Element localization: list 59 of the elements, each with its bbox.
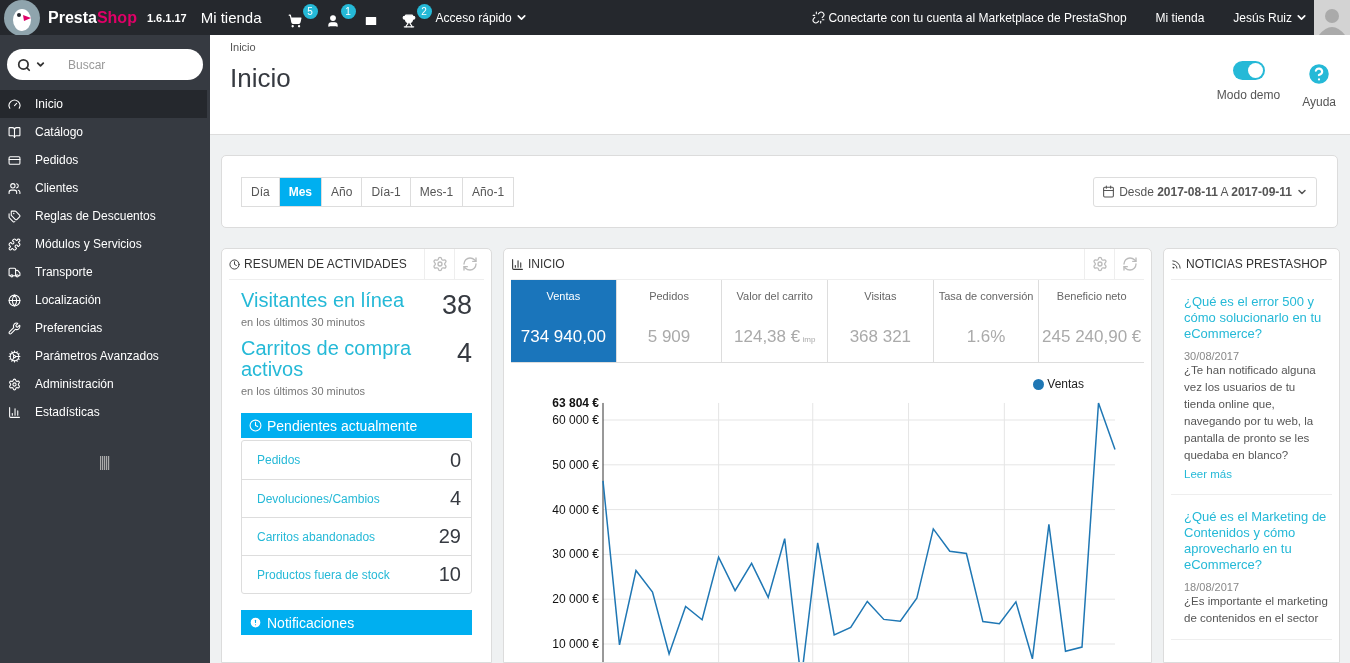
kpi-tab[interactable]: Ventas 734 940,00 xyxy=(511,280,616,362)
stat-note: en los últimos 30 minutos xyxy=(241,316,367,328)
range-button[interactable]: Día xyxy=(241,176,280,207)
version-label: 1.6.1.17 xyxy=(146,11,187,24)
range-button[interactable]: Mes-1 xyxy=(409,176,464,207)
count-badge: 5 xyxy=(302,3,318,19)
sidebar-item[interactable]: Estadísticas xyxy=(0,398,210,426)
marketplace-link[interactable]: Conectarte con tu cuenta al Marketplace de PrestaShop xyxy=(812,10,1127,25)
pending-count: 29 xyxy=(438,525,461,548)
brand-name: PrestaShop xyxy=(48,8,137,27)
y-tick-label: 40 000 € xyxy=(552,502,599,517)
range-button[interactable]: Día-1 xyxy=(361,176,411,207)
pending-count: 10 xyxy=(438,563,461,586)
sidebar-item[interactable]: Pedidos xyxy=(0,146,210,174)
section-header: Pendientes actualmente xyxy=(241,413,472,438)
y-tick-label: 63 804 € xyxy=(552,395,599,410)
shop-link[interactable]: Mi tienda xyxy=(1155,10,1205,25)
panel-title: NOTICIAS PRESTASHOP xyxy=(1171,257,1328,271)
section-header: Notificaciones xyxy=(241,610,472,635)
range-button[interactable]: Año xyxy=(321,176,363,207)
breadcrumb: Inicio xyxy=(230,41,257,53)
panel-title: RESUMEN DE ACTIVIDADES xyxy=(229,257,407,271)
news-excerpt: ¿Te han notificado alguna vez los usuarios de tu tienda online que, navegando por tu web, la pantalla de pronto se les quedaba en blanco? xyxy=(1184,363,1317,463)
y-tick-label: 60 000 € xyxy=(552,413,599,427)
sidebar-item[interactable]: Administración xyxy=(0,370,210,398)
shop-name: Mi tienda xyxy=(200,9,262,26)
sidebar-item[interactable]: Reglas de Descuentos xyxy=(0,202,210,230)
stat-note: en los últimos 30 minutos xyxy=(241,385,367,397)
news-date: 18/08/2017 xyxy=(1184,581,1241,593)
stat-value: 4 xyxy=(456,338,472,370)
panel-title: INICIO xyxy=(511,257,565,271)
count-badge: 2 xyxy=(416,3,432,19)
date-range-button[interactable]: Desde 2017-08-11 A 2017-09-11 xyxy=(1093,176,1317,207)
range-button[interactable]: Año-1 xyxy=(462,176,515,207)
news-excerpt: ¿Es importante el marketing de contenidos en el sector xyxy=(1184,594,1328,626)
sidebar-item[interactable]: Preferencias xyxy=(0,314,210,342)
stat-value: 38 xyxy=(441,290,472,322)
pending-count: 0 xyxy=(449,448,461,472)
sidebar-item[interactable]: Inicio xyxy=(0,90,207,118)
user-menu[interactable]: Jesús Ruiz xyxy=(1233,10,1308,25)
sidebar-item[interactable]: Módulos y Servicios xyxy=(0,230,210,258)
y-tick-label: 30 000 € xyxy=(552,547,599,562)
sidebar-item[interactable]: Clientes xyxy=(0,174,210,202)
sidebar-item[interactable]: Catálogo xyxy=(0,118,210,146)
demo-mode-toggle[interactable]: Modo demo xyxy=(1216,61,1281,134)
chart-legend: Ventas xyxy=(1033,377,1084,391)
pending-count: 4 xyxy=(449,487,461,510)
help-button[interactable]: Ayuda xyxy=(1302,61,1336,134)
count-badge: 1 xyxy=(340,3,356,19)
sidebar-item[interactable]: Transporte xyxy=(0,258,210,286)
y-tick-label: 10 000 € xyxy=(552,637,599,651)
search-field[interactable]: Buscar xyxy=(7,49,203,80)
quick-access-menu[interactable]: Acceso rápido xyxy=(435,10,528,25)
y-tick-label: 20 000 € xyxy=(552,592,599,607)
page-title: Inicio xyxy=(230,63,291,94)
sidebar-item[interactable]: Parámetros Avanzados xyxy=(0,342,210,370)
sidebar-item[interactable]: Localización xyxy=(0,286,210,314)
news-date: 30/08/2017 xyxy=(1184,350,1241,362)
y-tick-label: 50 000 € xyxy=(552,457,599,472)
